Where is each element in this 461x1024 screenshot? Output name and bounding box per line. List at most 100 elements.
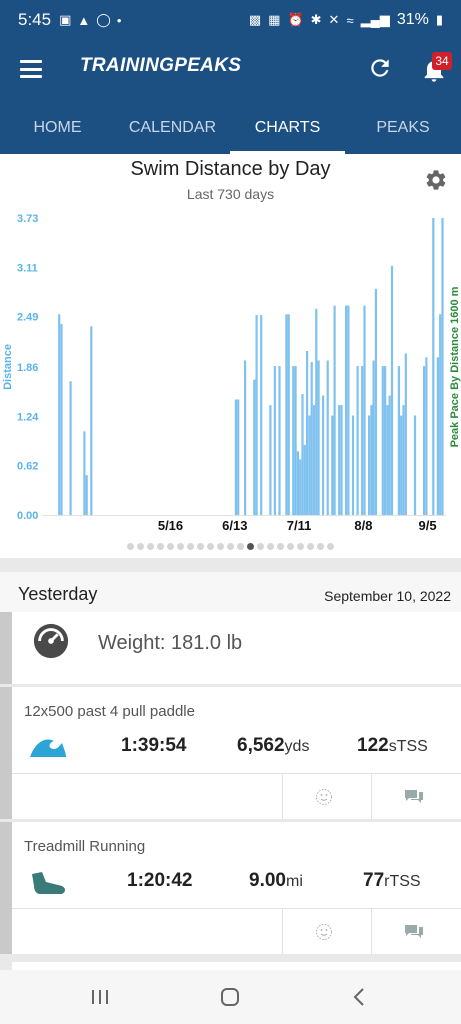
chart-bar [381,366,384,515]
page-dot[interactable] [127,543,134,550]
chart-bar [404,353,407,515]
chart-bar [234,399,237,515]
page-dot[interactable] [287,543,294,550]
refresh-icon[interactable] [367,55,393,81]
chart-y-ticks: 0.00 0.62 1.24 1.86 2.49 3.11 3.73 [17,213,39,522]
app-bar: TRAININGPEAKS 34 [0,40,461,100]
page-dot[interactable] [167,543,174,550]
chart-bars [42,218,446,516]
chart-x-tick-label: 5/16 [158,518,183,533]
page-dot[interactable] [317,543,324,550]
chart-y-tick-label: 0.62 [17,461,38,473]
page-dot[interactable] [187,543,194,550]
chart-bar [361,366,364,515]
page-dot[interactable] [137,543,144,550]
chart-y-tick-label: 1.24 [17,411,39,423]
workout-duration: 1:39:54 [121,735,187,756]
chart-bar [441,218,444,515]
chart-x-tick-label: 6/13 [222,518,247,533]
workout-card-swim[interactable]: 12x500 past 4 pull paddle 1:39:54 6,562y… [0,687,461,819]
back-icon[interactable] [349,986,371,1008]
chart-bar [312,405,316,515]
chart-bar [253,379,256,515]
wifi-icon: ≈ [346,12,354,28]
page-dot[interactable] [327,543,334,550]
chart-bar [338,405,341,515]
mood-smiley-icon[interactable] [315,923,333,941]
page-dot[interactable] [177,543,184,550]
page-dot[interactable] [277,543,284,550]
page-dot[interactable] [217,543,224,550]
battery-icon: ▮ [435,12,443,27]
page-dot[interactable] [257,543,264,550]
chart-x-tick-label: 8/8 [354,518,372,533]
chart-bar [255,315,258,515]
chart-bar [340,405,343,515]
page-dot[interactable] [307,543,314,550]
page-dot[interactable] [267,543,274,550]
mood-smiley-icon[interactable] [315,788,333,806]
menu-icon[interactable] [20,60,42,78]
tab-charts[interactable]: CHARTS [230,100,345,154]
chart-bar [351,415,355,515]
chart-bar [439,314,442,515]
chart-bar [436,357,439,515]
tab-home[interactable]: HOME [0,100,115,154]
workout-tss: 122sTSS [357,735,428,756]
page-dot[interactable] [157,543,164,550]
chart-y-axis-label: Distance [2,344,14,390]
chart-y2-axis-label: Peak Pace By Distance 1600 m [449,286,461,447]
chart-bar [317,360,320,515]
chart-bar [345,305,348,515]
chart-bar [397,366,400,515]
chart-panel[interactable]: Swim Distance by Day Last 730 days 0.00 0… [0,154,461,558]
workout-duration: 1:20:42 [127,870,193,891]
page-dot[interactable] [227,543,234,550]
page-dot[interactable] [247,543,254,550]
page-dot[interactable] [237,543,244,550]
chart-bar [278,366,281,515]
dot-icon: • [116,12,122,28]
page-dot[interactable] [147,543,154,550]
comments-icon[interactable] [404,789,424,805]
tab-calendar[interactable]: CALENDAR [115,100,230,154]
chart-bar [432,218,435,515]
chart-bar [333,305,336,515]
page-dot[interactable] [197,543,204,550]
chart-bar [374,288,377,515]
workout-distance: 9.00mi [249,870,303,891]
page-dot[interactable] [207,543,214,550]
chart-bar [69,381,72,515]
chart-bar [296,451,299,515]
app-logo: TRAININGPEAKS [80,55,242,76]
chart-bar [294,366,297,515]
main-tabs: HOME CALENDAR CHARTS PEAKS [0,100,461,154]
tab-peaks[interactable]: PEAKS [345,100,461,154]
swim-distance-bar-chart: 0.00 0.62 1.24 1.86 2.49 3.11 3.73 5/16 6/13 7/1… [2,213,461,533]
page-dot[interactable] [297,543,304,550]
chart-bar [58,314,61,515]
comments-icon[interactable] [404,924,424,940]
chart-bar [384,366,387,515]
lock-icon: ▩ [248,12,262,27]
workout-card-run[interactable]: Treadmill Running 1:20:42 9.00mi 77rTSS [0,822,461,954]
bluetooth-icon: ✱ [310,12,322,27]
system-nav-bar [0,970,461,1024]
chart-bar [322,395,325,515]
mute-icon: ✕ [328,12,340,27]
chart-bar [413,415,417,515]
chart-bar [90,326,93,515]
warning-icon: ▲ [77,12,91,28]
chart-bar [386,405,389,515]
chart-x-tick-label: 7/11 [287,518,312,533]
recent-apps-icon[interactable] [89,986,111,1008]
nfc-icon: ▦ [268,12,281,27]
weight-card[interactable]: Weight: 181.0 lb [0,612,461,684]
chart-page-indicator[interactable] [0,537,461,555]
chart-bar [425,357,428,515]
run-shoe-icon [32,872,65,894]
chart-bar [423,366,426,515]
chart-y-tick-label: 0.00 [17,510,38,522]
gallery-icon: ▣ [59,12,72,27]
home-icon[interactable] [219,986,241,1008]
